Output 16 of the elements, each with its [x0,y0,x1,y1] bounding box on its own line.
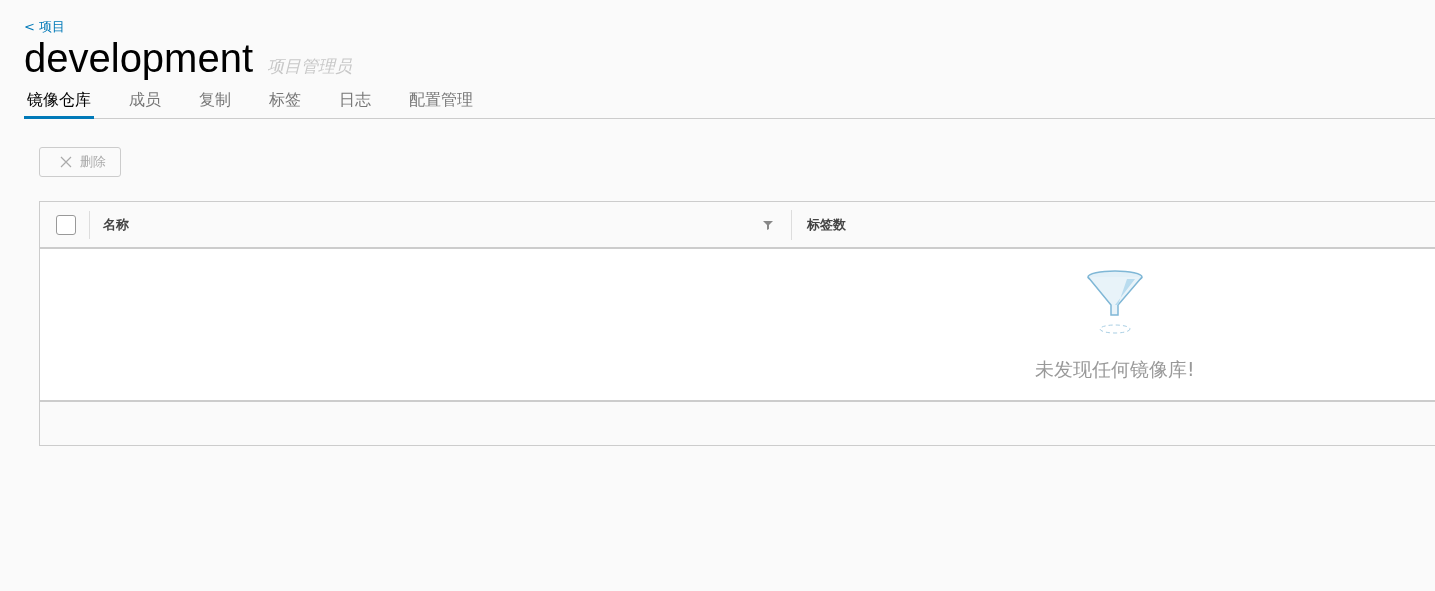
column-header: 标签数 [807,215,846,234]
tab[interactable]: 日志 [336,84,374,119]
funnel-icon [1084,269,1145,335]
column-header: 名称 [103,215,129,234]
tab[interactable]: 成员 [126,84,164,119]
filter-button[interactable] [763,219,773,230]
select-all-checkbox[interactable] [55,214,76,235]
tab[interactable]: 标签 [266,84,304,119]
back-link[interactable]: < 项目 [24,18,66,36]
filter-icon [763,219,773,230]
empty-message: 未发现任何镜像库! [1035,357,1195,382]
project-title: development [24,36,254,80]
tab[interactable]: 镜像仓库 [24,84,94,119]
close-icon [60,156,72,168]
tab[interactable]: 复制 [196,84,234,119]
tab[interactable]: 配置管理 [406,84,476,119]
